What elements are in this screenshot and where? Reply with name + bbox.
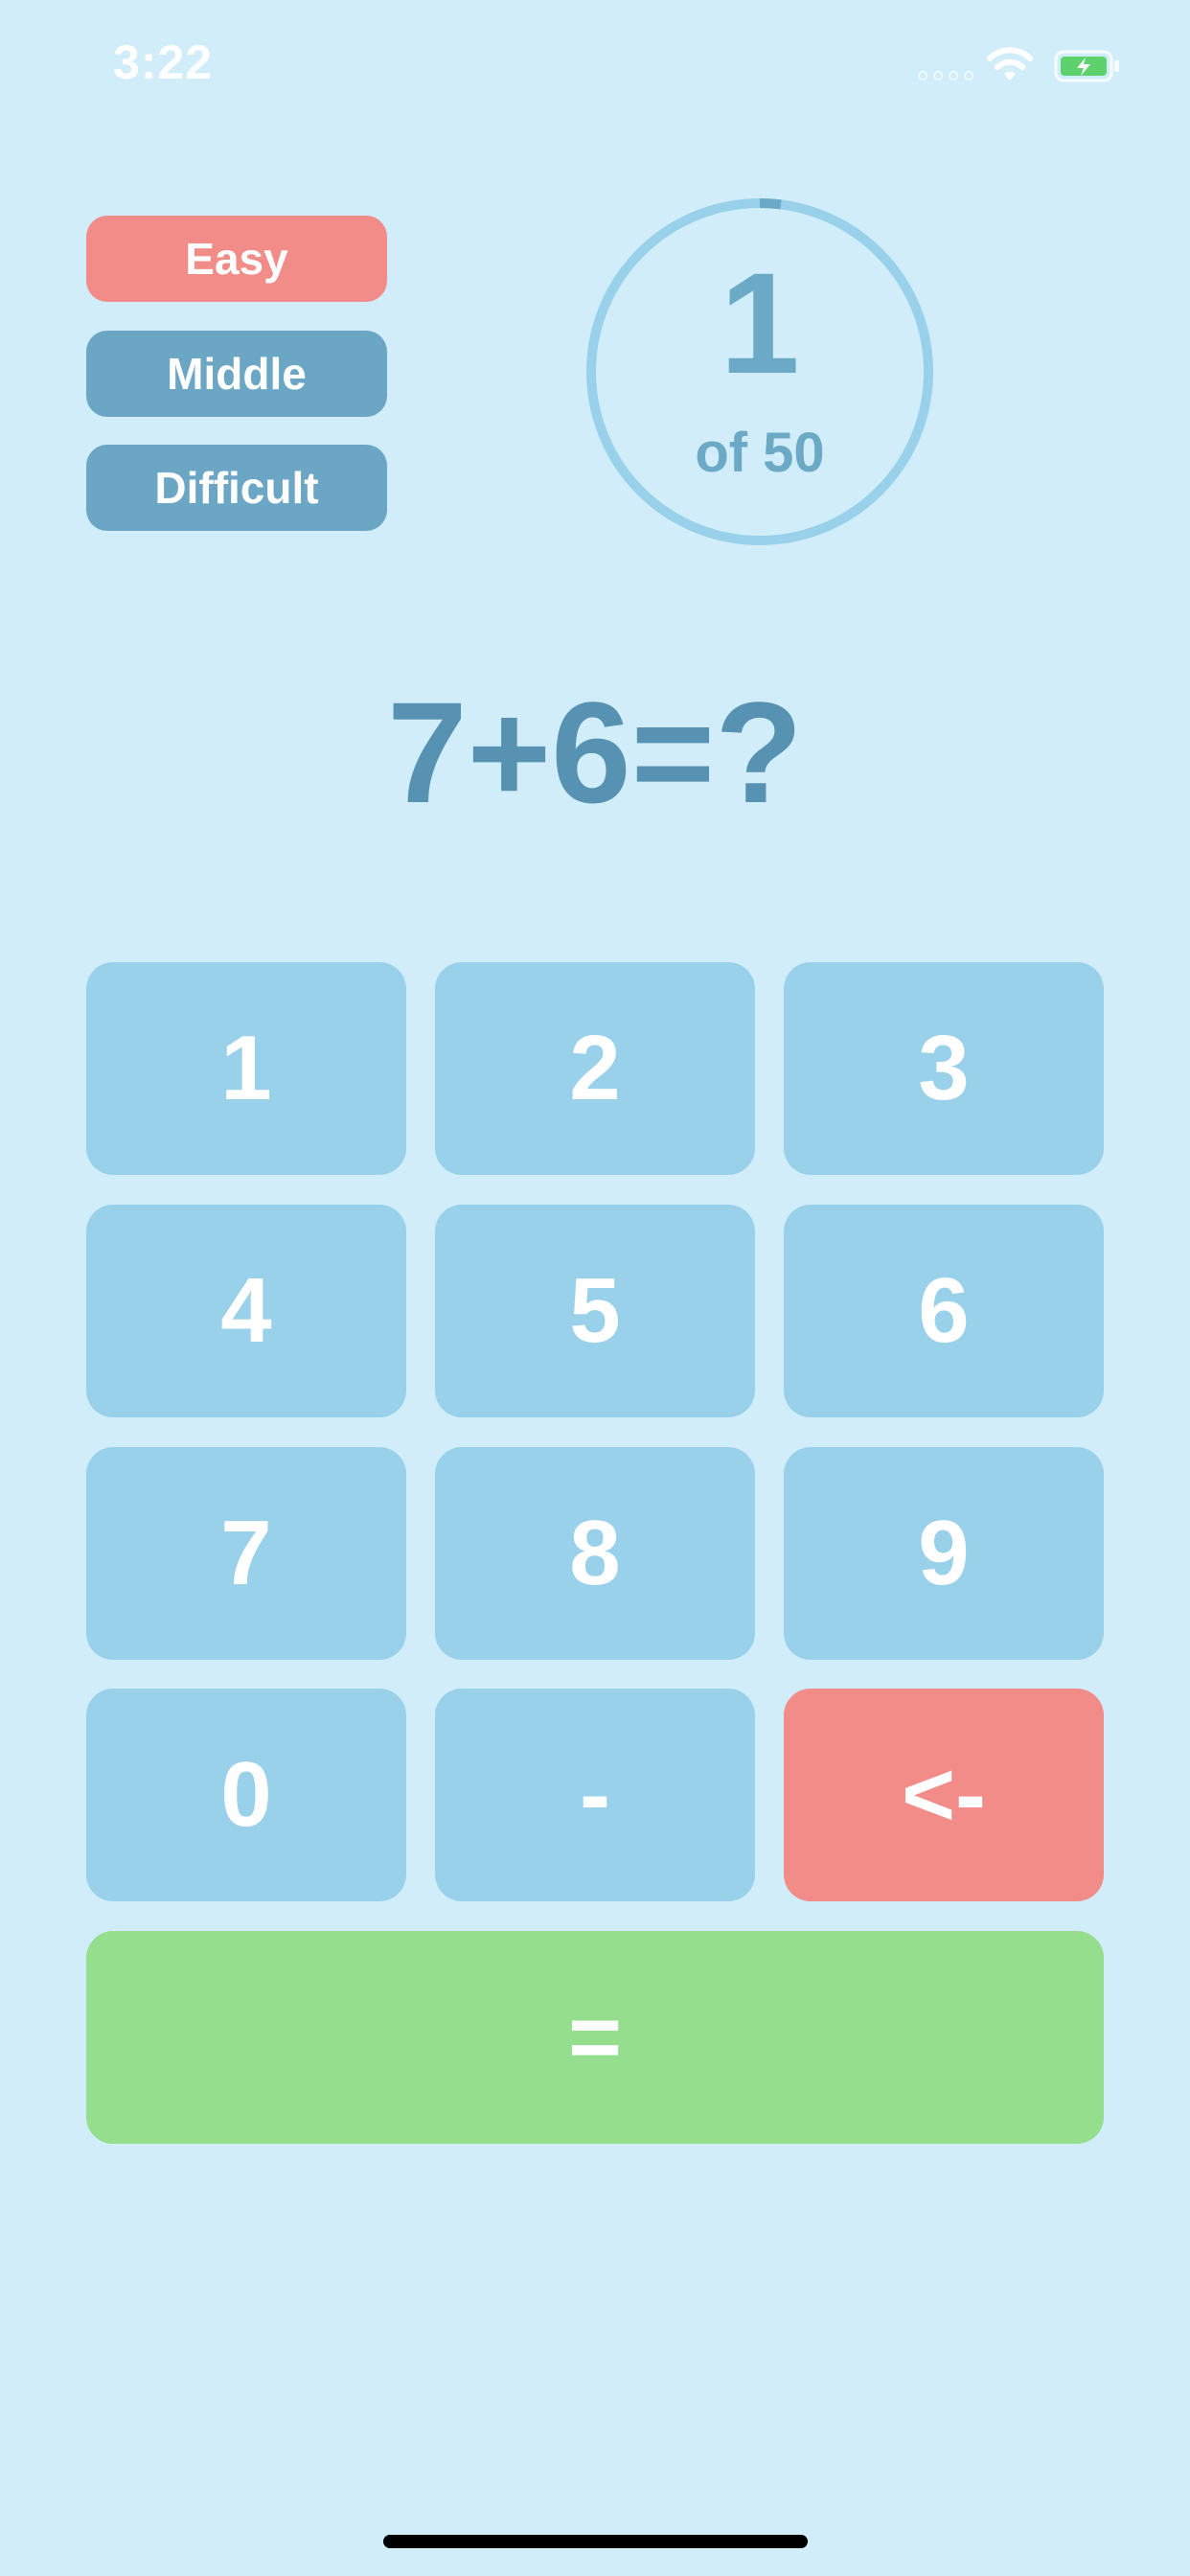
battery-icon xyxy=(1054,50,1119,82)
progress-arc xyxy=(759,198,782,210)
difficult-button[interactable]: Difficult xyxy=(86,445,387,531)
key-7[interactable]: 7 xyxy=(86,1447,406,1660)
key-8[interactable]: 8 xyxy=(435,1447,755,1660)
wifi-icon xyxy=(987,47,1033,80)
key-3[interactable]: 3 xyxy=(784,962,1104,1175)
status-time: 3:22 xyxy=(113,35,214,89)
equals-button[interactable]: = xyxy=(86,1931,1104,2144)
cellular-signal-icon xyxy=(918,71,973,80)
key-6[interactable]: 6 xyxy=(784,1205,1104,1417)
key-2[interactable]: 2 xyxy=(435,962,755,1175)
question-number: 1 xyxy=(720,242,800,403)
easy-button[interactable]: Easy xyxy=(86,216,387,302)
key-5[interactable]: 5 xyxy=(435,1205,755,1417)
math-question: 7+6=? xyxy=(387,672,803,833)
key-1[interactable]: 1 xyxy=(86,962,406,1175)
question-total: of 50 xyxy=(695,422,825,484)
key-4[interactable]: 4 xyxy=(86,1205,406,1417)
home-indicator[interactable] xyxy=(383,2535,808,2548)
key-0[interactable]: 0 xyxy=(86,1689,406,1901)
middle-button[interactable]: Middle xyxy=(86,331,387,417)
key-9[interactable]: 9 xyxy=(784,1447,1104,1660)
key-minus[interactable]: - xyxy=(435,1689,755,1901)
status-bar: 3:22 xyxy=(0,0,1190,125)
backspace-button[interactable]: <- xyxy=(784,1689,1104,1901)
